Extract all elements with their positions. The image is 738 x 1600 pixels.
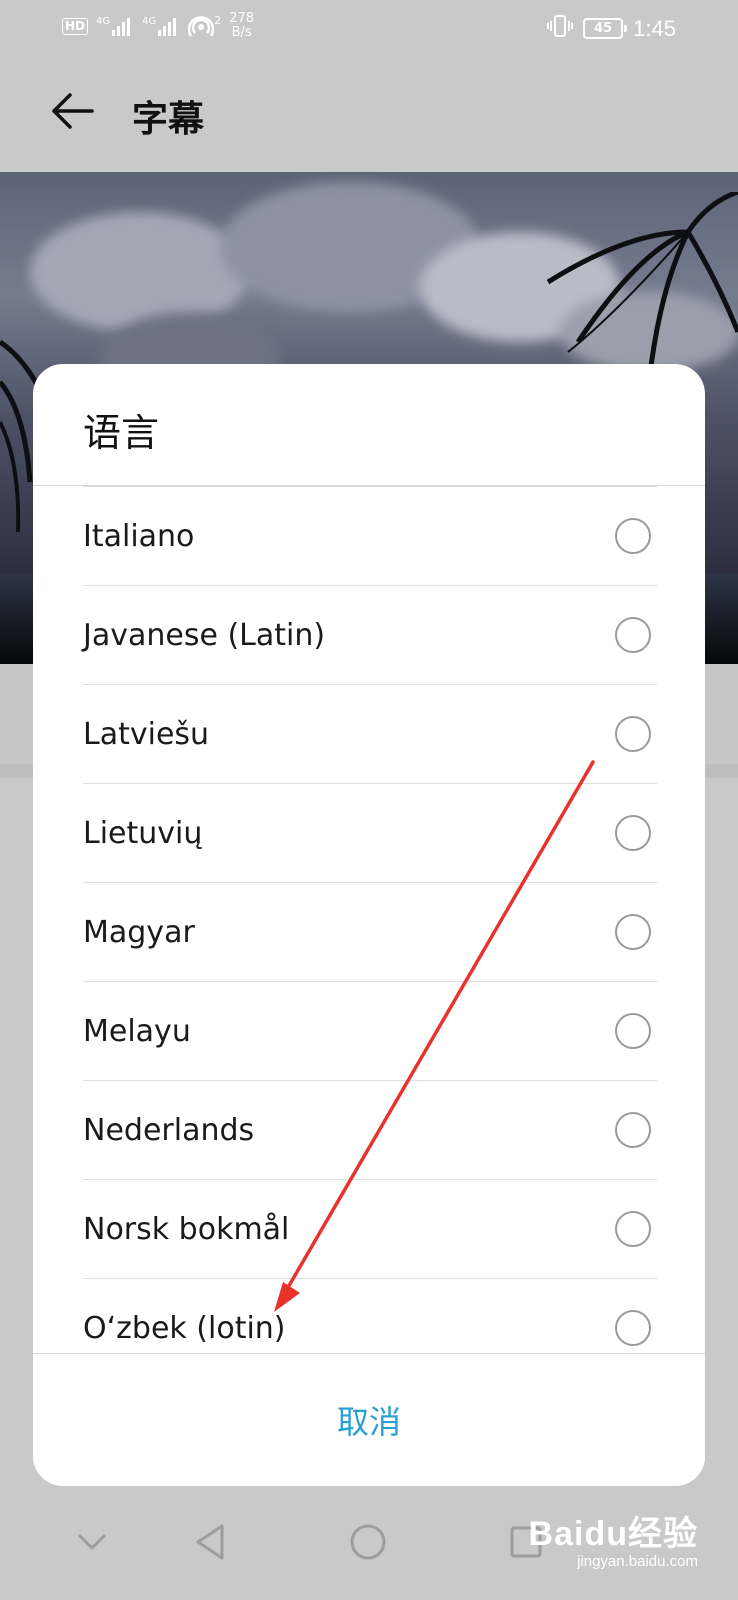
language-dialog: 语言 Italiano Javanese (Latin) Latviešu Li… <box>33 364 705 1486</box>
watermark-logo: Baidu经验 <box>528 1515 698 1553</box>
nav-back-button[interactable] <box>180 1510 244 1574</box>
language-option[interactable]: Italiano <box>83 486 657 585</box>
cancel-button[interactable]: 取消 <box>33 1354 705 1486</box>
option-label: Norsk bokmål <box>83 1211 290 1247</box>
back-triangle-icon <box>196 1524 224 1560</box>
chevron-down-icon <box>78 1534 106 1550</box>
option-label: Oʻzbek (lotin) <box>83 1310 286 1346</box>
signal-icon-1: 4G <box>96 16 134 36</box>
net-speed-unit: B/s <box>231 25 252 40</box>
hd-badge: HD <box>62 17 89 35</box>
language-option[interactable]: Javanese (Latin) <box>83 585 657 684</box>
radio-button[interactable] <box>615 914 651 950</box>
page-title: 字幕 <box>132 99 205 140</box>
radio-button[interactable] <box>615 617 651 653</box>
net-speed-value: 278 <box>229 11 255 26</box>
option-label: Latviešu <box>83 716 210 752</box>
signal-label-1: 4G <box>96 16 111 27</box>
language-option[interactable]: Lietuvių <box>83 783 657 882</box>
battery-icon: 45 <box>583 18 628 39</box>
language-option[interactable]: Magyar <box>83 882 657 981</box>
language-option[interactable]: Latviešu <box>83 684 657 783</box>
arrow-left-icon <box>52 93 94 129</box>
hotspot-count: 2 <box>214 14 222 27</box>
language-option[interactable]: Melayu <box>83 981 657 1080</box>
clock: 1:45 <box>633 15 676 41</box>
signal-icon-2: 4G <box>142 16 180 36</box>
hide-nav-button[interactable] <box>60 1510 124 1574</box>
watermark: Baidu经验 jingyan.baidu.com <box>529 1506 698 1570</box>
radio-button[interactable] <box>615 1112 651 1148</box>
hotspot-icon: 2 <box>188 14 221 38</box>
signal-label-2: 4G <box>142 16 157 27</box>
radio-button[interactable] <box>615 518 651 554</box>
option-label: Melayu <box>83 1013 191 1049</box>
language-option[interactable]: Oʻzbek (lotin) <box>83 1278 657 1354</box>
language-option[interactable]: Norsk bokmål <box>83 1179 657 1278</box>
radio-button[interactable] <box>615 1310 651 1346</box>
nav-home-button[interactable] <box>336 1510 400 1574</box>
back-button[interactable] <box>48 86 98 136</box>
radio-button[interactable] <box>615 1211 651 1247</box>
option-label: Nederlands <box>83 1112 255 1148</box>
option-label: Magyar <box>83 914 195 950</box>
radio-button[interactable] <box>615 815 651 851</box>
vibrate-icon <box>547 14 574 43</box>
status-right: 45 1:45 <box>547 14 676 43</box>
status-bar: HD 4G 4G 2 278 B/s 45 1:45 <box>0 0 738 58</box>
option-label: Italiano <box>83 518 195 554</box>
option-label: Lietuvių <box>83 815 203 851</box>
language-list[interactable]: Italiano Javanese (Latin) Latviešu Lietu… <box>33 486 705 1354</box>
option-label: Javanese (Latin) <box>83 617 326 653</box>
dialog-title: 语言 <box>83 411 160 455</box>
language-option[interactable]: Nederlands <box>83 1080 657 1179</box>
net-speed: 278 B/s <box>229 12 254 40</box>
watermark-url: jingyan.baidu.com <box>577 1553 698 1570</box>
home-circle-icon <box>350 1524 386 1560</box>
screen: HD 4G 4G 2 278 B/s 45 1:45 字幕 语言 Italian… <box>0 0 738 1600</box>
status-left: HD 4G 4G 2 278 B/s <box>62 12 254 40</box>
radio-button[interactable] <box>615 1013 651 1049</box>
radio-button[interactable] <box>615 716 651 752</box>
app-bar: 字幕 <box>0 58 738 172</box>
